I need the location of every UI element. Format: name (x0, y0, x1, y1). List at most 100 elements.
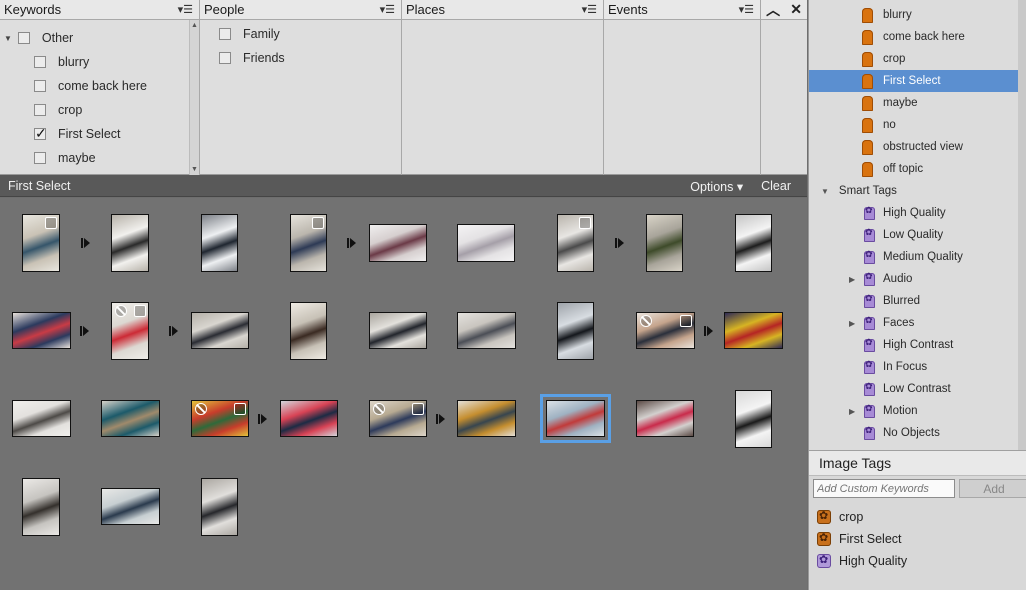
events-column-header[interactable]: Events ▾☰ (604, 0, 760, 20)
image-tag-item[interactable]: First Select (817, 531, 902, 546)
keyword-tag-item[interactable]: First Select (809, 70, 1019, 92)
thumbnail[interactable] (22, 214, 60, 272)
checkbox[interactable] (219, 52, 231, 64)
checkbox[interactable] (34, 80, 46, 92)
thumbnail[interactable] (101, 400, 160, 437)
thumbnail[interactable] (646, 214, 683, 272)
expand-stack-icon[interactable] (80, 326, 89, 336)
smart-tag-item[interactable]: High Quality (809, 202, 1019, 224)
keywords-column-header[interactable]: Keywords ▾☰ (0, 0, 199, 20)
keyword-tag-item[interactable]: come back here (809, 26, 1019, 48)
thumbnail[interactable] (557, 214, 594, 272)
keyword-group-other[interactable]: ▼ Other (0, 26, 199, 50)
thumbnail[interactable] (557, 302, 594, 360)
thumbnail[interactable] (369, 400, 427, 437)
places-column-header[interactable]: Places ▾☰ (402, 0, 603, 20)
expand-stack-icon[interactable] (615, 238, 624, 248)
expand-stack-icon[interactable] (169, 326, 178, 336)
checkbox[interactable] (34, 56, 46, 68)
smart-tag-item[interactable]: High Contrast (809, 334, 1019, 356)
expand-stack-icon[interactable] (436, 414, 445, 424)
image-tag-item[interactable]: crop (817, 509, 863, 524)
image-tags-header[interactable]: Image Tags (809, 450, 1026, 476)
image-tag-item[interactable]: High Quality (817, 553, 907, 568)
smart-tag-item[interactable]: ▶ Audio (809, 268, 1019, 290)
keyword-filter-item[interactable]: blurry (0, 50, 199, 74)
smart-tags-group[interactable]: ▼ Smart Tags (809, 180, 1019, 202)
keyword-tag-item[interactable]: blurry (809, 4, 1019, 26)
thumbnail[interactable] (280, 400, 338, 437)
thumbnail[interactable] (369, 312, 427, 349)
thumbnail[interactable] (636, 400, 694, 437)
checkbox[interactable] (17, 32, 30, 44)
tag-tree-scrollbar[interactable] (1018, 0, 1026, 450)
thumbnail[interactable] (12, 400, 71, 437)
smart-tag-item[interactable]: ▶ Faces (809, 312, 1019, 334)
people-filter-item[interactable]: Friends (200, 46, 401, 70)
keyword-filter-item[interactable]: maybe (0, 146, 199, 170)
keyword-filter-item[interactable]: come back here (0, 74, 199, 98)
thumbnail[interactable] (457, 400, 516, 437)
thumbnail[interactable] (101, 488, 160, 525)
smart-tag-item[interactable]: ▶ Motion (809, 400, 1019, 422)
expand-stack-icon[interactable] (258, 414, 267, 424)
checkbox[interactable] (219, 28, 231, 40)
smart-tag-item[interactable]: No Objects (809, 422, 1019, 444)
keyword-tag-item[interactable]: no (809, 114, 1019, 136)
thumbnail[interactable] (191, 312, 249, 349)
options-menu-button[interactable]: Options ▾ (690, 179, 743, 194)
keyword-tag-item[interactable]: off topic (809, 158, 1019, 180)
thumbnail[interactable] (191, 400, 249, 437)
custom-keyword-input[interactable] (813, 479, 955, 498)
keyword-tag-item[interactable]: obstructed view (809, 136, 1019, 158)
people-filter-item[interactable]: Family (200, 22, 401, 46)
thumbnail[interactable] (369, 224, 427, 262)
scroll-up-icon[interactable]: ▲ (191, 22, 198, 29)
smart-tag-item[interactable]: Low Quality (809, 224, 1019, 246)
thumbnail[interactable] (201, 478, 238, 536)
thumbnail[interactable] (201, 214, 238, 272)
smart-tag-item[interactable]: Medium Quality (809, 246, 1019, 268)
thumbnail[interactable] (636, 312, 695, 349)
checkbox[interactable] (34, 104, 46, 116)
thumbnail-selected[interactable] (540, 394, 611, 443)
close-icon[interactable]: ✕ (790, 1, 802, 18)
keyword-filter-item[interactable]: First Select (0, 122, 199, 146)
column-menu-icon[interactable]: ▾☰ (380, 3, 395, 16)
thumbnail[interactable] (290, 302, 327, 360)
scroll-down-icon[interactable]: ▼ (191, 166, 198, 173)
expand-stack-icon[interactable] (81, 238, 90, 248)
expand-stack-icon[interactable] (704, 326, 713, 336)
thumbnail[interactable] (457, 312, 516, 349)
expand-stack-icon[interactable] (347, 238, 356, 248)
thumbnail[interactable] (735, 214, 772, 272)
keyword-filter-item[interactable]: crop (0, 98, 199, 122)
add-keyword-button[interactable]: Add (959, 479, 1026, 498)
column-menu-icon[interactable]: ▾☰ (178, 3, 193, 16)
expand-arrow-icon[interactable]: ▶ (849, 275, 855, 284)
checkbox[interactable] (34, 152, 46, 164)
clear-button[interactable]: Clear (761, 179, 791, 194)
keyword-tag-item[interactable]: crop (809, 48, 1019, 70)
chevron-up-icon[interactable]: ︿ (766, 0, 780, 20)
expand-arrow-icon[interactable]: ▶ (849, 407, 855, 416)
expand-arrow-icon[interactable]: ▶ (849, 319, 855, 328)
thumbnail[interactable] (12, 312, 71, 349)
keyword-tag-item[interactable]: maybe (809, 92, 1019, 114)
checkbox-checked[interactable] (34, 125, 47, 142)
thumbnail[interactable] (724, 312, 783, 349)
thumbnail[interactable] (111, 214, 149, 272)
expand-arrow-icon[interactable]: ▼ (821, 187, 829, 196)
thumbnail[interactable] (22, 478, 60, 536)
keywords-scrollbar[interactable]: ▲ ▼ (189, 20, 199, 175)
smart-tag-item[interactable]: In Focus (809, 356, 1019, 378)
smart-tag-item[interactable]: Low Contrast (809, 378, 1019, 400)
smart-tag-item[interactable]: Blurred (809, 290, 1019, 312)
thumbnail[interactable] (290, 214, 327, 272)
thumbnail[interactable] (457, 224, 515, 262)
column-menu-icon[interactable]: ▾☰ (582, 3, 597, 16)
thumbnail[interactable] (735, 390, 772, 448)
expand-arrow-icon[interactable]: ▼ (4, 34, 12, 43)
column-menu-icon[interactable]: ▾☰ (739, 3, 754, 16)
thumbnail[interactable] (111, 302, 149, 360)
